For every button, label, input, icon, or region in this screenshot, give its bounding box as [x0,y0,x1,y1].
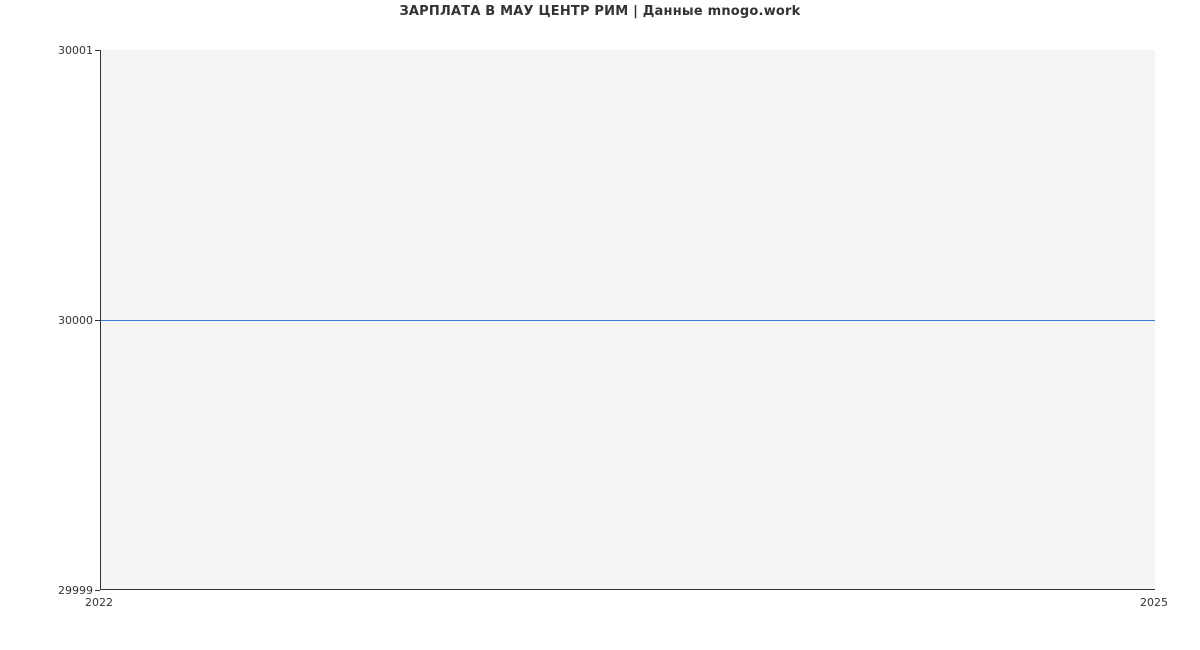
plot-area [100,50,1155,590]
data-line [101,320,1155,321]
y-tick-label: 30001 [55,44,93,57]
y-tick [95,590,100,591]
x-tick-label: 2025 [1140,596,1168,609]
chart-title: ЗАРПЛАТА В МАУ ЦЕНТР РИМ | Данные mnogo.… [0,4,1200,19]
x-tick-label: 2022 [85,596,113,609]
y-tick-label: 30000 [55,314,93,327]
chart-container: ЗАРПЛАТА В МАУ ЦЕНТР РИМ | Данные mnogo.… [0,0,1200,650]
